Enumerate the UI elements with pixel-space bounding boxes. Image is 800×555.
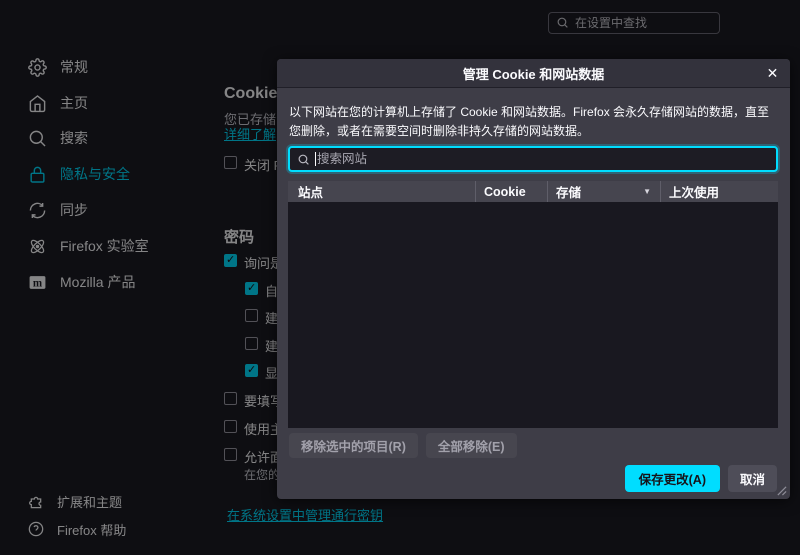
column-header-last-used[interactable]: 上次使用 <box>660 181 778 202</box>
cancel-button[interactable]: 取消 <box>727 465 777 492</box>
column-header-site[interactable]: 站点 <box>288 181 475 202</box>
sort-descending-icon: ▼ <box>643 187 651 196</box>
dialog-titlebar: 管理 Cookie 和网站数据 ✕ <box>277 59 790 88</box>
close-icon[interactable]: ✕ <box>762 63 783 84</box>
column-header-cookies[interactable]: Cookie <box>475 181 547 202</box>
resize-grip-icon[interactable] <box>776 485 787 496</box>
remove-buttons-row: 移除选中的项目(R) 全部移除(E) <box>289 433 517 458</box>
column-header-storage[interactable]: 存储 ▼ <box>547 181 660 202</box>
search-icon <box>297 153 310 166</box>
sites-table-header: 站点 Cookie 存储 ▼ 上次使用 <box>288 181 778 202</box>
manage-cookies-dialog: 管理 Cookie 和网站数据 ✕ 以下网站在您的计算机上存储了 Cookie … <box>277 59 790 499</box>
site-search-input[interactable] <box>316 152 776 166</box>
dialog-action-row: 保存更改(A) 取消 <box>624 465 777 492</box>
dialog-description: 以下网站在您的计算机上存储了 Cookie 和网站数据。Firefox 会永久存… <box>289 105 770 139</box>
dialog-title: 管理 Cookie 和网站数据 <box>462 66 605 82</box>
remove-selected-button[interactable]: 移除选中的项目(R) <box>289 433 418 458</box>
sites-table-body-empty[interactable] <box>288 202 778 428</box>
sites-table: 站点 Cookie 存储 ▼ 上次使用 <box>288 181 778 428</box>
save-changes-button[interactable]: 保存更改(A) <box>624 465 720 492</box>
site-search-field <box>288 146 778 172</box>
remove-all-button[interactable]: 全部移除(E) <box>425 433 517 458</box>
